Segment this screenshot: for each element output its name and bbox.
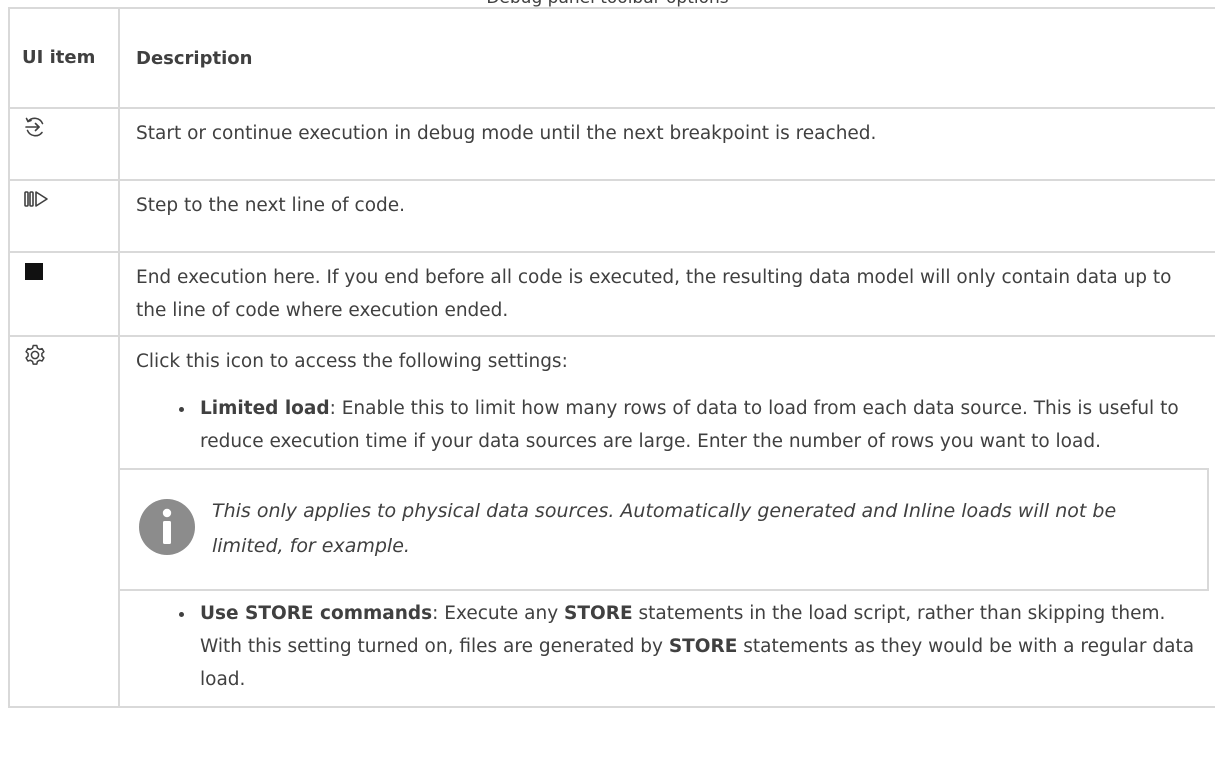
settings-intro: Click this icon to access the following … [136,351,568,372]
stop-square-icon[interactable] [23,259,118,283]
store-commands-term: Use STORE commands [200,603,433,624]
store-keyword: STORE [668,636,738,657]
description-cell: End execution here. If you end before al… [118,251,1215,337]
header-description: Description [118,7,1215,109]
list-item: Use STORE commands: Execute any STORE st… [196,597,1197,696]
icon-cell [8,179,120,253]
note-text: This only applies to physical data sourc… [212,500,1117,557]
icon-cell [8,335,120,708]
settings-list: Limited load: Enable this to limit how m… [136,392,1197,458]
note-box: This only applies to physical data sourc… [118,468,1209,591]
list-item: Limited load: Enable this to limit how m… [196,392,1197,458]
settings-list-2: Use STORE commands: Execute any STORE st… [136,597,1197,696]
gear-icon[interactable] [23,343,118,367]
run-debug-icon[interactable] [23,115,118,139]
step-icon[interactable] [23,187,118,211]
icon-cell [8,251,120,337]
table-row: Click this icon to access the following … [8,335,1215,708]
table-row: Step to the next line of code. [8,179,1215,253]
ui-items-table: UI item Description Start or continue ex… [8,7,1215,708]
table-row: Start or continue execution in debug mod… [8,107,1215,181]
limited-load-text: : Enable this to limit how many rows of … [200,398,1179,452]
table-row: End execution here. If you end before al… [8,251,1215,337]
info-icon [138,498,196,567]
header-ui-item: UI item [8,7,120,109]
description-cell: Start or continue execution in debug mod… [118,107,1215,181]
icon-cell [8,107,120,181]
store-text-1: : Execute any [432,603,565,624]
description-cell: Click this icon to access the following … [118,335,1215,708]
store-keyword: STORE [564,603,633,624]
table-header-row: UI item Description [8,7,1215,109]
description-cell: Step to the next line of code. [118,179,1215,253]
limited-load-term: Limited load [200,398,330,419]
